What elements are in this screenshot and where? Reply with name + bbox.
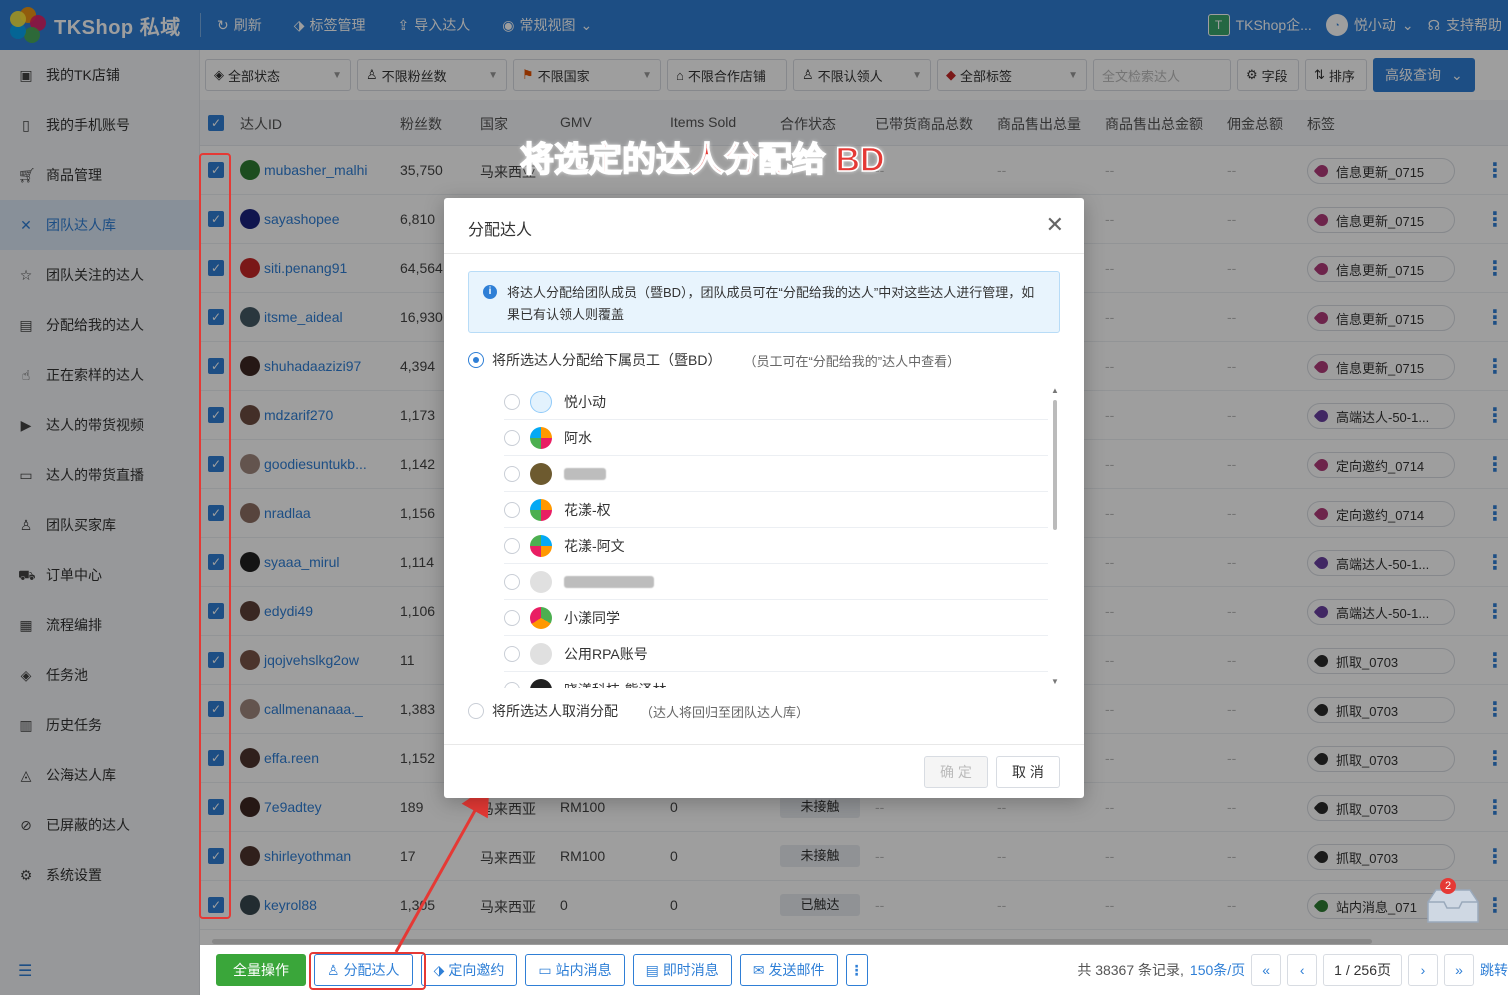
redacted-name [564,575,654,588]
modal-overlay [0,50,200,995]
close-icon[interactable]: ✕ [1046,212,1064,238]
info-alert: i 将达人分配给团队成员（暨BD），团队成员可在“分配给我的达人”中对这些达人进… [468,271,1060,333]
cancel-button[interactable]: 取 消 [996,756,1060,788]
unread-badge: 2 [1440,878,1456,894]
employee-radio[interactable] [504,573,520,590]
employee-name: 花漾-权 [564,501,611,518]
instant-message-button[interactable]: ▤ 即时消息 [632,954,732,986]
employee-item[interactable]: 花漾-权 [504,492,1048,528]
option1-note: （员工可在“分配给我的”达人中查看） [743,353,961,369]
avatar [530,390,552,413]
page-size-select[interactable]: 150条/页 [1190,960,1245,980]
employee-radio[interactable] [504,537,520,554]
modal-overlay [0,0,1508,50]
employee-list: 悦小动阿水花漾-权花漾-阿文小漾同学公用RPA账号晓漾科技-熊泽林 [504,384,1060,688]
info-text: 将达人分配给团队成员（暨BD），团队成员可在“分配给我的达人”中对这些达人进行管… [507,285,1035,322]
pagination: 共 38367 条记录, 150条/页 « ‹ 1 / 256页 › » 跳转 [1077,954,1508,986]
site-message-button[interactable]: ▭ 站内消息 [525,954,625,986]
employee-radio[interactable] [504,501,520,518]
more-actions-button[interactable]: ⋮ [845,954,868,986]
option2-label: 将所选达人取消分配 [492,703,618,719]
bulk-ops-button[interactable]: 全量操作 [216,954,306,986]
assign-dialog: 分配达人 ✕ i 将达人分配给团队成员（暨BD），团队成员可在“分配给我的达人”… [444,198,1084,798]
site-message-label: 站内消息 [555,962,612,978]
scroll-up-icon[interactable]: ▲ [1051,386,1059,395]
employee-name: 阿水 [564,429,592,446]
confirm-button[interactable]: 确 定 [924,756,988,788]
employee-item[interactable] [504,456,1048,492]
total-records: 共 38367 条记录, [1077,962,1184,978]
modal-overlay [200,50,1508,100]
employee-item[interactable] [504,564,1048,600]
employee-name: 公用RPA账号 [564,645,648,662]
chat-icon: ▭ [538,961,552,978]
next-page-button[interactable]: › [1408,954,1438,986]
employee-item[interactable]: 悦小动 [504,384,1048,420]
avatar [530,462,552,485]
mail-icon: ✉ [752,961,765,978]
employee-item[interactable]: 阿水 [504,420,1048,456]
radio-unselected[interactable] [468,703,484,719]
employee-radio[interactable] [504,465,520,482]
avatar [530,606,552,629]
employee-radio[interactable] [504,645,520,662]
send-email-button[interactable]: ✉ 发送邮件 [739,954,838,986]
redacted-name [564,467,606,480]
employee-radio[interactable] [504,393,520,410]
employee-item[interactable]: 公用RPA账号 [504,636,1048,672]
dialog-title: 分配达人 [468,222,533,239]
employee-name: 小漾同学 [564,609,620,626]
tag-icon: ⬗ [433,961,445,978]
avatar [530,642,552,665]
page-indicator: 1 / 256页 [1323,954,1402,986]
annotation-highlight-checkboxes [199,153,231,919]
employee-name: 花漾-阿文 [564,537,625,554]
instant-message-label: 即时消息 [662,962,719,978]
employee-item[interactable]: 小漾同学 [504,600,1048,636]
message-center-widget[interactable]: 2 [1424,878,1482,926]
scrollbar-thumb[interactable] [1053,400,1057,530]
divider [444,744,1084,745]
employee-name: 晓漾科技-熊泽林 [564,680,667,689]
employee-list-scrollbar[interactable]: ▲ ▼ [1050,386,1060,686]
prev-page-button[interactable]: ‹ [1287,954,1318,986]
unassign-option[interactable]: 将所选达人取消分配 （达人将回归至团队达人库） [468,701,809,721]
employee-radio[interactable] [504,429,520,446]
option1-label: 将所选达人分配给下属员工（暨BD） [492,352,722,368]
send-email-label: 发送邮件 [768,962,825,978]
avatar [530,426,552,449]
assign-to-employee-option[interactable]: 将所选达人分配给下属员工（暨BD） （员工可在“分配给我的”达人中查看） [468,350,960,370]
info-icon: i [483,285,497,299]
avatar [530,534,552,557]
employee-item[interactable]: 花漾-阿文 [504,528,1048,564]
employee-radio[interactable] [504,681,520,688]
avatar [530,498,552,521]
option2-note: （达人将回归至团队达人库） [640,704,810,720]
last-page-button[interactable]: » [1444,954,1474,986]
invite-label: 定向邀约 [448,962,505,978]
annotation-caption: 将选定的达人分配给 BD [519,140,885,180]
jump-button[interactable]: 跳转 [1480,960,1508,980]
employee-name: 悦小动 [564,393,606,410]
avatar [530,570,552,593]
first-page-button[interactable]: « [1251,954,1282,986]
employee-radio[interactable] [504,609,520,626]
employee-item[interactable]: 晓漾科技-熊泽林 [504,672,1048,688]
divider [444,253,1084,254]
doc-icon: ▤ [645,961,659,978]
annotation-arrow [394,784,490,953]
avatar [530,678,552,688]
radio-selected[interactable] [468,352,484,368]
scroll-down-icon[interactable]: ▼ [1051,677,1059,686]
